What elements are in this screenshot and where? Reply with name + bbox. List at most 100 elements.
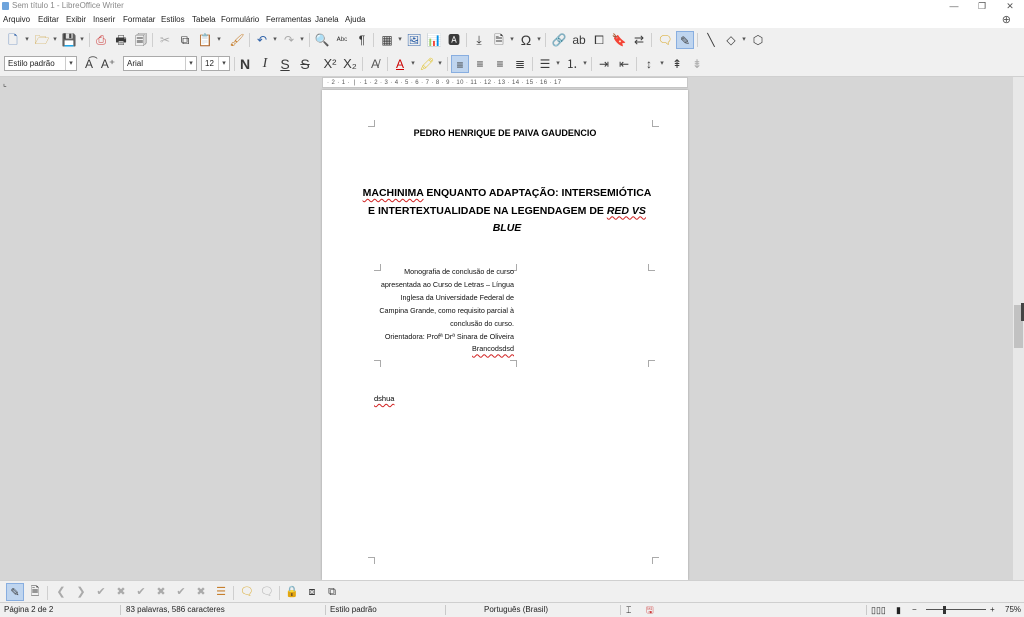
menu-exibir[interactable]: Exibir (66, 12, 86, 28)
menu-janela[interactable]: Janela (315, 12, 339, 28)
zoom-in-icon[interactable]: + (990, 603, 995, 617)
undo-dropdown-icon[interactable]: ▾ (271, 31, 279, 49)
insert-textbox-icon[interactable]: 🅰 (445, 31, 463, 49)
new-dropdown-icon[interactable]: ▾ (23, 31, 31, 49)
table-dropdown-icon[interactable]: ▾ (396, 31, 404, 49)
line-spacing-dropdown-icon[interactable]: ▾ (658, 55, 666, 73)
accept-all-icon[interactable]: ✔ (132, 583, 150, 601)
hyperlink-icon[interactable]: 🔗 (550, 31, 568, 49)
zoom-slider-knob[interactable] (943, 606, 946, 614)
bold-icon[interactable]: N (236, 55, 254, 73)
show-changes-icon[interactable]: 🗎 (26, 583, 44, 601)
clear-formatting-icon[interactable]: A̸ (366, 55, 384, 73)
paste-icon[interactable]: 📋 (196, 31, 214, 49)
superscript-icon[interactable]: X² (321, 55, 339, 73)
shapes-dropdown-icon[interactable]: ▾ (740, 31, 748, 49)
print-preview-icon[interactable]: 🗐 (132, 31, 150, 49)
formatting-marks-icon[interactable]: ¶ (353, 31, 371, 49)
cut-icon[interactable]: ✂ (156, 31, 174, 49)
insert-image-icon[interactable]: 🖼 (405, 31, 423, 49)
menu-tabela[interactable]: Tabela (192, 12, 216, 28)
font-name-select[interactable]: Arial ▾ (123, 56, 197, 71)
numbered-list-icon[interactable]: ⒈ (563, 55, 581, 73)
accept-change-icon[interactable]: ✔ (92, 583, 110, 601)
menu-ajuda[interactable]: Ajuda (345, 12, 365, 28)
document-title[interactable]: MACHINIMA ENQUANTO ADAPTAÇÃO: INTERSEMIÓ… (362, 185, 652, 238)
draw-functions-icon[interactable]: ⬡ (749, 31, 767, 49)
copy-icon[interactable]: ⧉ (176, 31, 194, 49)
document-modified-icon[interactable]: 🖫 (646, 603, 654, 617)
save-dropdown-icon[interactable]: ▾ (78, 31, 86, 49)
book-view-icon[interactable]: ▮ (896, 603, 901, 617)
font-color-icon[interactable]: A (391, 55, 409, 73)
insert-page-break-icon[interactable]: ⤓ (470, 31, 488, 49)
menu-formulario[interactable]: Formulário (221, 12, 259, 28)
italic-icon[interactable]: I (256, 55, 274, 73)
page-indicator[interactable]: Página 2 de 2 (4, 603, 53, 617)
bullets-dropdown-icon[interactable]: ▾ (554, 55, 562, 73)
highlight-dropdown-icon[interactable]: ▾ (436, 55, 444, 73)
menu-formatar[interactable]: Formatar (123, 12, 155, 28)
minimize-button[interactable]: — (940, 0, 968, 12)
insert-mode-icon[interactable]: ⌶ (626, 603, 631, 617)
find-replace-icon[interactable]: 🔍 (313, 31, 331, 49)
text-language[interactable]: Português (Brasil) (484, 603, 548, 617)
word-count[interactable]: 83 palavras, 586 caracteres (126, 603, 225, 617)
single-page-view-icon[interactable]: ▯▯▯ (871, 603, 886, 617)
line-icon[interactable]: ╲ (702, 31, 720, 49)
strikethrough-icon[interactable]: S (296, 55, 314, 73)
merge-document-icon[interactable]: ⧉ (323, 583, 341, 601)
decrease-indent-icon[interactable]: ⇤ (615, 55, 633, 73)
bookmark-icon[interactable]: 🔖 (610, 31, 628, 49)
clone-formatting-icon[interactable]: 🖌 (228, 31, 246, 49)
decrease-paragraph-spacing-icon[interactable]: ⇟ (688, 55, 706, 73)
insert-comment-icon[interactable]: 🗨 (238, 583, 256, 601)
track-changes-icon[interactable]: ✎ (676, 31, 694, 49)
special-character-icon[interactable]: Ω (517, 31, 535, 49)
redo-icon[interactable]: ↷ (280, 31, 298, 49)
new-document-icon[interactable]: 🗋 (4, 31, 22, 49)
author-name[interactable]: PEDRO HENRIQUE DE PAIVA GAUDENCIO (322, 128, 688, 138)
paragraph-style-select[interactable]: Estilo padrão ▾ (4, 56, 77, 71)
menu-editar[interactable]: Editar (38, 12, 59, 28)
line-spacing-icon[interactable]: ↕ (640, 55, 658, 73)
undo-icon[interactable]: ↶ (253, 31, 271, 49)
align-left-icon[interactable]: ≡ (451, 55, 469, 73)
insert-field-icon[interactable]: 🗎 (490, 31, 508, 49)
zoom-level[interactable]: 75% (1005, 603, 1021, 617)
font-color-dropdown-icon[interactable]: ▾ (409, 55, 417, 73)
print-icon[interactable]: 🖶 (112, 31, 130, 49)
text-frame[interactable]: Monografia de conclusão de curso apresen… (374, 264, 655, 367)
vertical-scrollbar[interactable] (1013, 77, 1024, 580)
open-dropdown-icon[interactable]: ▾ (51, 31, 59, 49)
underline-icon[interactable]: S (276, 55, 294, 73)
comment-change-icon[interactable]: 🗨 (258, 583, 276, 601)
reject-all-icon[interactable]: ✖ (152, 583, 170, 601)
redo-dropdown-icon[interactable]: ▾ (298, 31, 306, 49)
protect-changes-icon[interactable]: 🔒 (283, 583, 301, 601)
new-style-icon[interactable]: A⁺ (99, 55, 117, 73)
globe-icon[interactable]: ⊕ (1002, 14, 1011, 26)
menu-inserir[interactable]: Inserir (93, 12, 115, 28)
numbering-dropdown-icon[interactable]: ▾ (581, 55, 589, 73)
menu-arquivo[interactable]: Arquivo (3, 12, 30, 28)
open-folder-icon[interactable]: 🗁 (33, 31, 51, 49)
spelling-icon[interactable]: ᴬᵇᶜ (333, 31, 351, 49)
align-right-icon[interactable]: ≡ (491, 55, 509, 73)
save-icon[interactable]: 💾 (60, 31, 78, 49)
increase-paragraph-spacing-icon[interactable]: ⇞ (668, 55, 686, 73)
compare-document-icon[interactable]: ⧈ (303, 583, 321, 601)
paste-dropdown-icon[interactable]: ▾ (215, 31, 223, 49)
reject-change-icon[interactable]: ✖ (112, 583, 130, 601)
menu-estilos[interactable]: Estilos (161, 12, 185, 28)
subscript-icon[interactable]: X₂ (341, 55, 359, 73)
cross-reference-icon[interactable]: ⇄ (630, 31, 648, 49)
page-style[interactable]: Estilo padrão (330, 603, 377, 617)
accept-all-shown-icon[interactable]: ✔ (172, 583, 190, 601)
field-dropdown-icon[interactable]: ▾ (508, 31, 516, 49)
align-center-icon[interactable]: ≡ (471, 55, 489, 73)
body-text[interactable]: dshua (374, 394, 394, 403)
document-page[interactable]: PEDRO HENRIQUE DE PAIVA GAUDENCIO MACHIN… (322, 90, 688, 580)
basic-shapes-icon[interactable]: ◇ (722, 31, 740, 49)
reject-all-shown-icon[interactable]: ✖ (192, 583, 210, 601)
